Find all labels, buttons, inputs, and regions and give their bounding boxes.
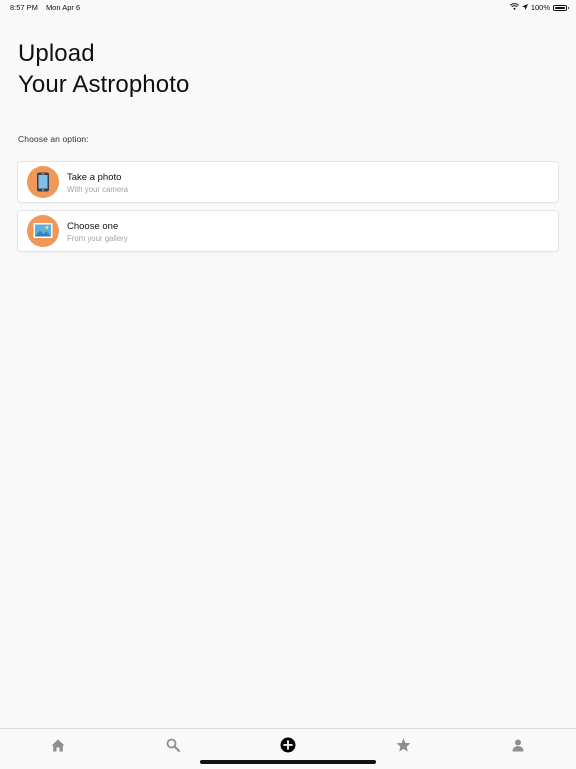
location-arrow-icon xyxy=(521,3,528,12)
image-icon xyxy=(27,215,59,247)
battery-percent: 100% xyxy=(530,3,550,12)
status-left: 8:57 PM Mon Apr 6 xyxy=(10,3,80,12)
search-icon xyxy=(166,738,180,752)
take-photo-title: Take a photo xyxy=(67,172,122,183)
phone-icon xyxy=(27,166,59,198)
status-time: 8:57 PM xyxy=(10,3,38,12)
wifi-icon xyxy=(509,3,519,12)
choose-from-gallery-option[interactable]: Choose one From your gallery xyxy=(17,210,559,252)
tab-profile[interactable] xyxy=(506,733,530,757)
home-indicator[interactable] xyxy=(200,760,376,764)
tab-search[interactable] xyxy=(161,733,185,757)
profile-icon xyxy=(512,739,524,751)
status-date: Mon Apr 6 xyxy=(45,3,81,12)
page-title-line2: Your Astrophoto xyxy=(18,71,190,98)
status-right: 100% xyxy=(509,3,569,12)
add-icon xyxy=(280,737,296,753)
tab-home[interactable] xyxy=(46,733,70,757)
choose-one-subtitle: From your gallery xyxy=(67,234,128,243)
home-icon xyxy=(51,739,65,751)
choose-option-label: Choose an option: xyxy=(18,134,89,144)
page-title: Upload Your Astrophoto xyxy=(18,38,189,100)
take-photo-option[interactable]: Take a photo With your camera xyxy=(17,161,559,203)
tab-favorites[interactable] xyxy=(391,733,415,757)
take-photo-subtitle: With your camera xyxy=(67,185,129,194)
status-bar: 8:57 PM Mon Apr 6 100% xyxy=(0,0,576,16)
tab-add[interactable] xyxy=(276,733,300,757)
page-title-line1: Upload xyxy=(18,40,95,67)
battery-icon xyxy=(553,4,569,11)
star-icon xyxy=(396,738,410,752)
choose-one-title: Choose one xyxy=(67,221,119,232)
battery-level xyxy=(555,6,565,9)
